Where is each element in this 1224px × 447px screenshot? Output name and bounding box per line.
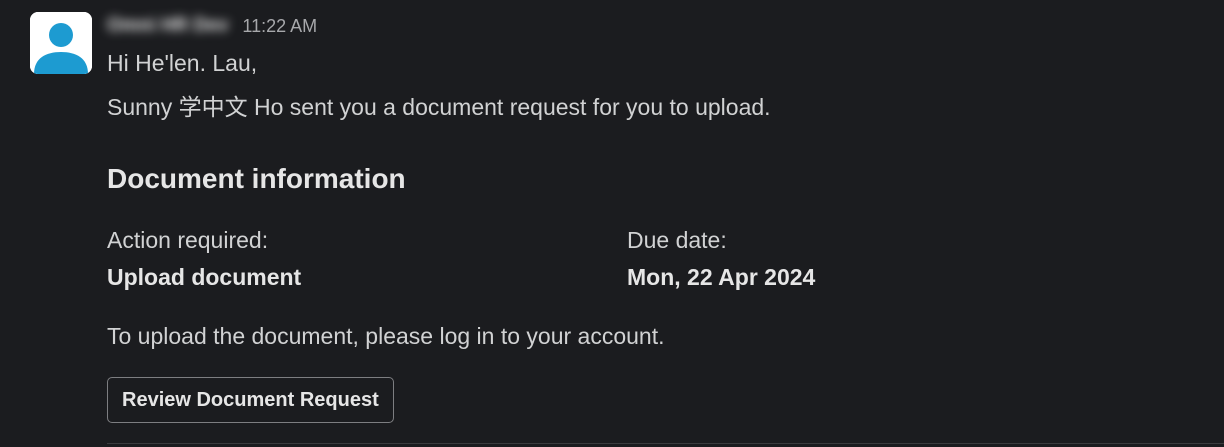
due-date-value: Mon, 22 Apr 2024 <box>627 264 816 290</box>
action-required-value: Upload document <box>107 264 302 290</box>
review-document-request-button[interactable]: Review Document Request <box>107 377 394 423</box>
action-required-label: Action required: <box>107 227 269 253</box>
instruction-text: To upload the document, please log in to… <box>107 323 665 349</box>
greeting-text: Hi He'len. Lau, <box>107 50 258 76</box>
sender-avatar[interactable] <box>30 12 92 74</box>
chat-message: Omni HR Dev 11:22 AM Hi He'len. Lau, Sun… <box>0 0 1224 447</box>
section-title: Document information <box>107 163 406 194</box>
sender-name[interactable]: Omni HR Dev <box>107 15 228 37</box>
message-timestamp[interactable]: 11:22 AM <box>242 16 317 37</box>
due-date-label: Due date: <box>627 227 727 253</box>
divider <box>107 443 1224 444</box>
intro-text: Sunny 学中文 Ho sent you a document request… <box>107 94 771 120</box>
user-silhouette-icon <box>30 12 92 74</box>
message-header: Omni HR Dev 11:22 AM <box>107 12 317 40</box>
